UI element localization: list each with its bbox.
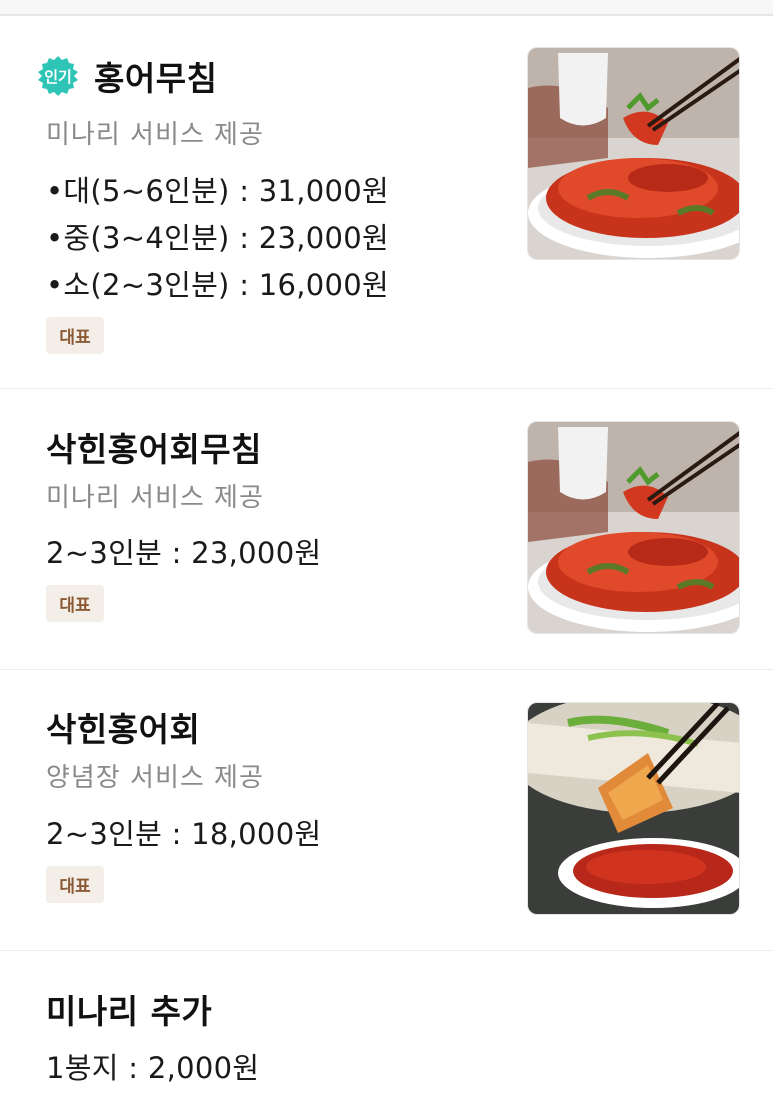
popular-badge: 인기 <box>36 54 80 98</box>
menu-item-hongeo-muchim[interactable]: 인기 홍어무침 미나리 서비스 제공 •대(5~6인분) : 31,000원 •… <box>0 16 773 388</box>
price-option: 2~3인분 : 23,000원 <box>46 536 322 570</box>
menu-item-description: 미나리 서비스 제공 <box>46 120 264 150</box>
menu-item-title-row: 인기 홍어무침 <box>38 52 218 100</box>
menu-item-sakhin-hongeo-hoe[interactable]: 삭힌홍어회 양념장 서비스 제공 2~3인분 : 18,000원 대표 <box>0 670 773 950</box>
menu-item-name: 홍어무침 <box>94 59 218 98</box>
signature-tag: 대표 <box>46 866 104 903</box>
signature-tag: 대표 <box>46 317 104 354</box>
menu-item-sakhin-hongeo-hoe-muchim[interactable]: 삭힌홍어회무침 미나리 서비스 제공 2~3인분 : 23,000원 대표 <box>0 389 773 669</box>
signature-tag: 대표 <box>46 585 104 622</box>
popular-badge-label: 인기 <box>44 67 72 86</box>
menu-item-photo[interactable] <box>527 47 740 260</box>
price-option: 2~3인분 : 18,000원 <box>46 817 322 851</box>
menu-item-title-row: 미나리 추가 <box>46 985 212 1033</box>
menu-item-title-row: 삭힌홍어회무침 <box>46 423 262 471</box>
menu-item-description: 미나리 서비스 제공 <box>46 483 264 513</box>
menu-item-photo[interactable] <box>527 702 740 915</box>
price-option-large: •대(5~6인분) : 31,000원 <box>46 174 390 208</box>
top-divider-bar <box>0 0 773 16</box>
menu-item-name: 삭힌홍어회무침 <box>46 430 263 469</box>
menu-item-photo[interactable] <box>527 421 740 634</box>
menu-item-description: 양념장 서비스 제공 <box>46 763 264 793</box>
menu-item-name: 삭힌홍어회 <box>46 710 201 749</box>
menu-item-minari-add[interactable]: 미나리 추가 1봉지 : 2,000원 <box>0 951 773 1111</box>
menu-item-title-row: 삭힌홍어회 <box>46 703 200 751</box>
price-option-medium: •중(3~4인분) : 23,000원 <box>46 221 390 255</box>
price-option: 1봉지 : 2,000원 <box>46 1051 260 1085</box>
menu-item-name: 미나리 추가 <box>46 992 213 1031</box>
price-option-small: •소(2~3인분) : 16,000원 <box>46 268 390 302</box>
